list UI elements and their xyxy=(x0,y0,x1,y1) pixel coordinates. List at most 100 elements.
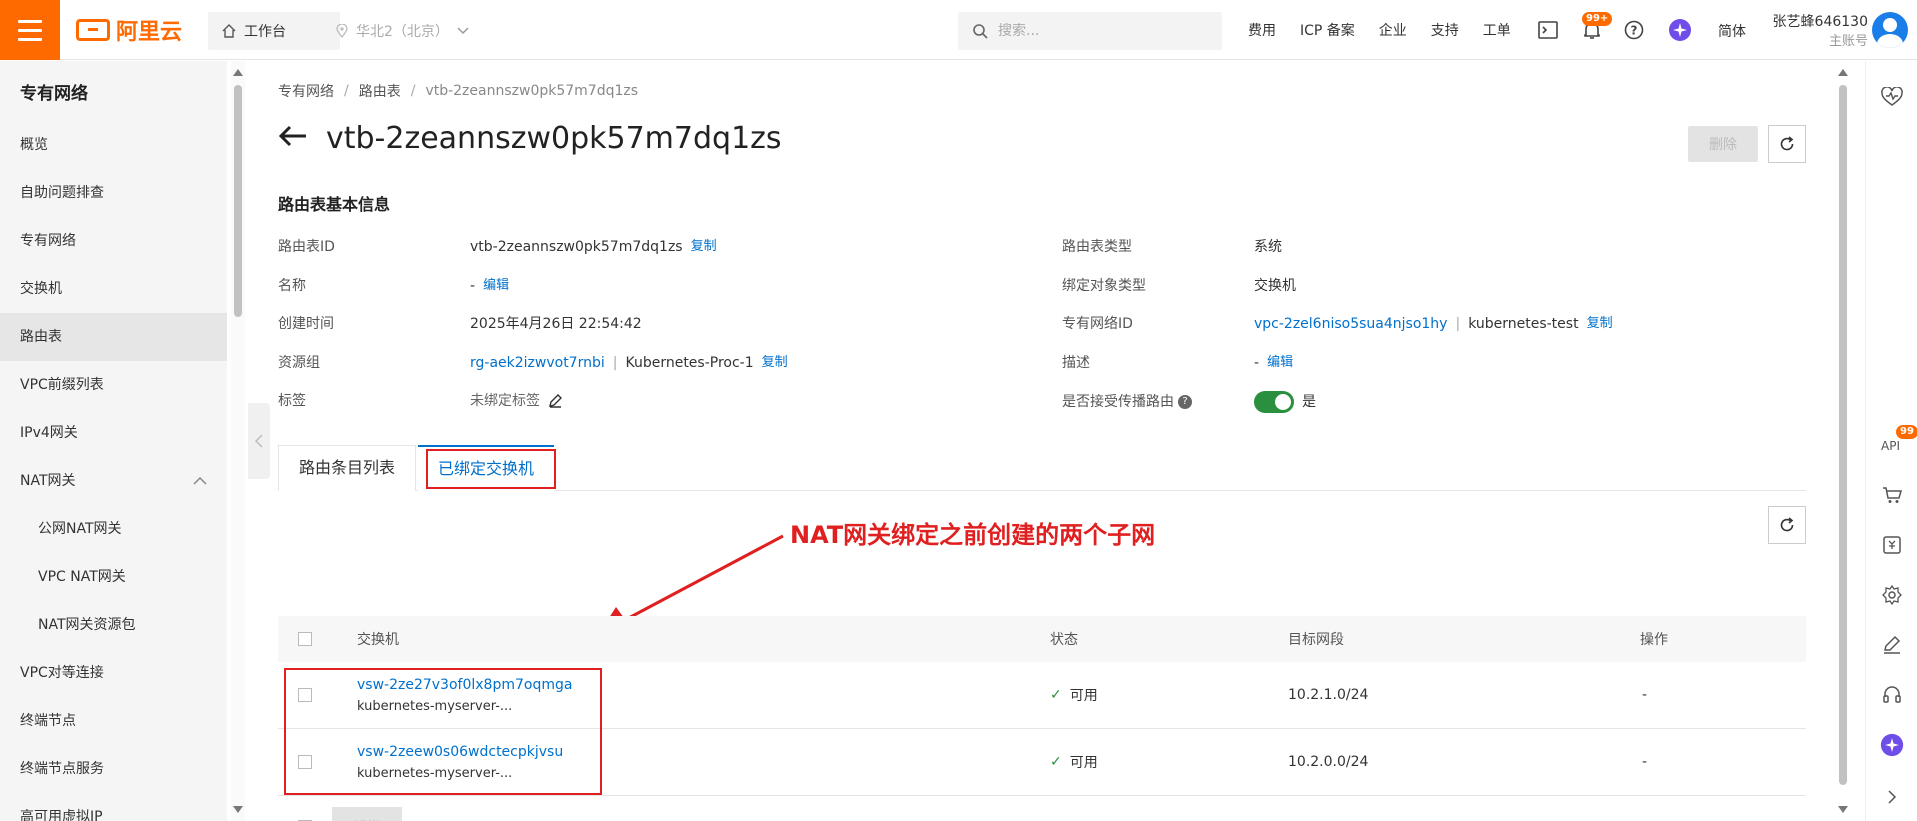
vswitch-name: kubernetes-myserver-... xyxy=(357,765,513,781)
breadcrumb-current: vtb-2zeannszw0pk57m7dq1zs xyxy=(425,83,639,99)
sidebar: 专有网络 概览 自助问题排查 专有网络 交换机 路由表 VPC前缀列表 IPv4… xyxy=(0,61,227,821)
collapse-sidebar-button[interactable] xyxy=(248,403,270,479)
info-key: 描述 xyxy=(1062,355,1090,371)
scroll-thumb[interactable] xyxy=(234,85,242,317)
sidebar-item-nat-package[interactable]: NAT网关资源包 xyxy=(0,601,227,649)
nav-enterprise[interactable]: 企业 xyxy=(1379,20,1407,40)
workbench-button[interactable]: 工作台 xyxy=(208,12,340,50)
row-checkbox[interactable] xyxy=(298,755,312,769)
unbind-button[interactable]: 解绑 xyxy=(332,807,402,821)
user-menu[interactable]: 张艺蜂646130 主账号 xyxy=(1768,12,1868,52)
edit-link[interactable]: 编辑 xyxy=(483,276,509,296)
copy-link[interactable]: 复制 xyxy=(691,237,717,257)
chevron-right-icon[interactable] xyxy=(1880,785,1904,809)
headset-icon[interactable] xyxy=(1880,683,1904,707)
billing-icon[interactable] xyxy=(1880,533,1904,557)
copy-link[interactable]: 复制 xyxy=(762,353,788,373)
health-icon[interactable] xyxy=(1880,85,1904,109)
sidebar-item-vpc[interactable]: 专有网络 xyxy=(0,217,227,265)
workbench-label: 工作台 xyxy=(244,24,286,40)
avatar[interactable] xyxy=(1872,12,1908,48)
created-value: 2025年4月26日 22:54:42 xyxy=(470,316,642,332)
sidebar-item-endpoint[interactable]: 终端节点 xyxy=(0,697,227,745)
ai-assistant-icon[interactable] xyxy=(1880,733,1904,757)
scroll-down-icon[interactable] xyxy=(233,806,243,813)
sidebar-item-prefix-list[interactable]: VPC前缀列表 xyxy=(0,361,227,409)
sidebar-item-public-nat[interactable]: 公网NAT网关 xyxy=(0,505,227,553)
row-checkbox[interactable] xyxy=(298,688,312,702)
info-key: 绑定对象类型 xyxy=(1062,278,1146,294)
api-icon[interactable]: API 99 xyxy=(1880,425,1917,457)
tags-value: 未绑定标签 xyxy=(470,393,540,409)
cart-icon[interactable] xyxy=(1880,483,1904,507)
header-status: 状态 xyxy=(1050,632,1078,648)
vswitch-cell: vsw-2zeew0s06wdctecpkjvsu kubernetes-mys… xyxy=(357,729,563,795)
tab-route-entries[interactable]: 路由条目列表 xyxy=(278,445,417,491)
header-actions: 操作 xyxy=(1640,632,1668,648)
region-selector[interactable]: 华北2（北京） xyxy=(336,12,469,50)
sidebar-item-vpc-peering[interactable]: VPC对等连接 xyxy=(0,649,227,697)
sidebar-item-havip[interactable]: 高可用虚拟IP xyxy=(0,793,227,821)
sidebar-item-ipv4-gateway[interactable]: IPv4网关 xyxy=(0,409,227,457)
breadcrumb-vpc[interactable]: 专有网络 xyxy=(278,81,334,101)
select-all-checkbox[interactable] xyxy=(298,632,312,646)
sidebar-item-vpc-nat[interactable]: VPC NAT网关 xyxy=(0,553,227,601)
nav-support[interactable]: 支持 xyxy=(1431,20,1459,40)
edit-link[interactable]: 编辑 xyxy=(1267,353,1293,373)
table-footer: 解绑 xyxy=(278,807,402,821)
edit-icon[interactable] xyxy=(1880,633,1904,657)
scroll-up-icon[interactable] xyxy=(1838,69,1848,76)
scroll-thumb[interactable] xyxy=(1839,85,1847,785)
tab-bound-vswitches[interactable]: 已绑定交换机 xyxy=(418,445,555,492)
vpc-id-link[interactable]: vpc-2zel6niso5sua4njso1hy xyxy=(1254,314,1447,334)
search-input[interactable] xyxy=(998,23,1198,39)
global-search[interactable] xyxy=(958,12,1222,50)
back-arrow-icon[interactable] xyxy=(278,124,308,154)
edit-pencil-icon[interactable] xyxy=(548,394,562,408)
main-scrollbar[interactable] xyxy=(1836,61,1850,821)
language-switch[interactable]: 简体 xyxy=(1718,21,1746,41)
terminal-icon[interactable] xyxy=(1536,18,1560,42)
propagation-toggle[interactable] xyxy=(1254,391,1294,413)
header-vswitch: 交换机 xyxy=(357,632,399,648)
nav-icp[interactable]: ICP 备案 xyxy=(1300,20,1355,40)
location-pin-icon xyxy=(336,24,348,38)
question-icon[interactable]: ? xyxy=(1178,395,1192,409)
copy-link[interactable]: 复制 xyxy=(1587,314,1613,334)
bind-type-value: 交换机 xyxy=(1254,278,1296,294)
bell-icon[interactable]: 99+ xyxy=(1580,12,1613,42)
home-icon xyxy=(222,24,236,38)
nav-billing[interactable]: 费用 xyxy=(1248,20,1276,40)
gear-icon[interactable] xyxy=(1880,583,1904,607)
refresh-button[interactable] xyxy=(1768,125,1806,163)
table-row: vsw-2zeew0s06wdctecpkjvsu kubernetes-mys… xyxy=(278,729,1806,796)
info-route-table-type: 路由表类型 系统 xyxy=(1062,237,1282,257)
aliyun-logo[interactable]: 阿里云 xyxy=(76,16,182,45)
scroll-down-icon[interactable] xyxy=(1838,806,1848,813)
sidebar-item-nat-gateway[interactable]: NAT网关 xyxy=(0,457,227,505)
sidebar-item-route-table[interactable]: 路由表 xyxy=(0,313,227,361)
sidebar-item-vswitch[interactable]: 交换机 xyxy=(0,265,227,313)
info-key: 专有网络ID xyxy=(1062,316,1133,332)
menu-icon[interactable] xyxy=(0,0,60,60)
delete-button[interactable]: 删除 xyxy=(1688,126,1758,162)
sidebar-item-overview[interactable]: 概览 xyxy=(0,121,227,169)
vswitch-cell: vsw-2ze27v3of0lx8pm7oqmga kubernetes-mys… xyxy=(357,662,572,728)
vswitch-id-link[interactable]: vsw-2zeew0s06wdctecpkjvsu xyxy=(357,744,563,760)
divider: | xyxy=(1455,316,1461,332)
cidr-cell: 10.2.1.0/24 xyxy=(1288,687,1369,703)
vswitch-id-link[interactable]: vsw-2ze27v3of0lx8pm7oqmga xyxy=(357,677,572,693)
sidebar-scrollbar[interactable] xyxy=(231,61,245,821)
ai-assistant-icon[interactable] xyxy=(1668,18,1692,42)
info-key: 创建时间 xyxy=(278,316,334,332)
breadcrumb-route-table[interactable]: 路由表 xyxy=(359,81,401,101)
sidebar-item-endpoint-service[interactable]: 终端节点服务 xyxy=(0,745,227,793)
table-refresh-button[interactable] xyxy=(1768,506,1806,544)
resource-group-link[interactable]: rg-aek2izwvot7rnbi xyxy=(470,353,605,373)
nav-ticket[interactable]: 工单 xyxy=(1483,20,1511,40)
help-icon[interactable]: ? xyxy=(1622,18,1646,42)
sidebar-item-troubleshoot[interactable]: 自助问题排查 xyxy=(0,169,227,217)
actions-cell: - xyxy=(1642,687,1648,703)
scroll-up-icon[interactable] xyxy=(233,69,243,76)
info-key: 路由表ID xyxy=(278,239,335,255)
